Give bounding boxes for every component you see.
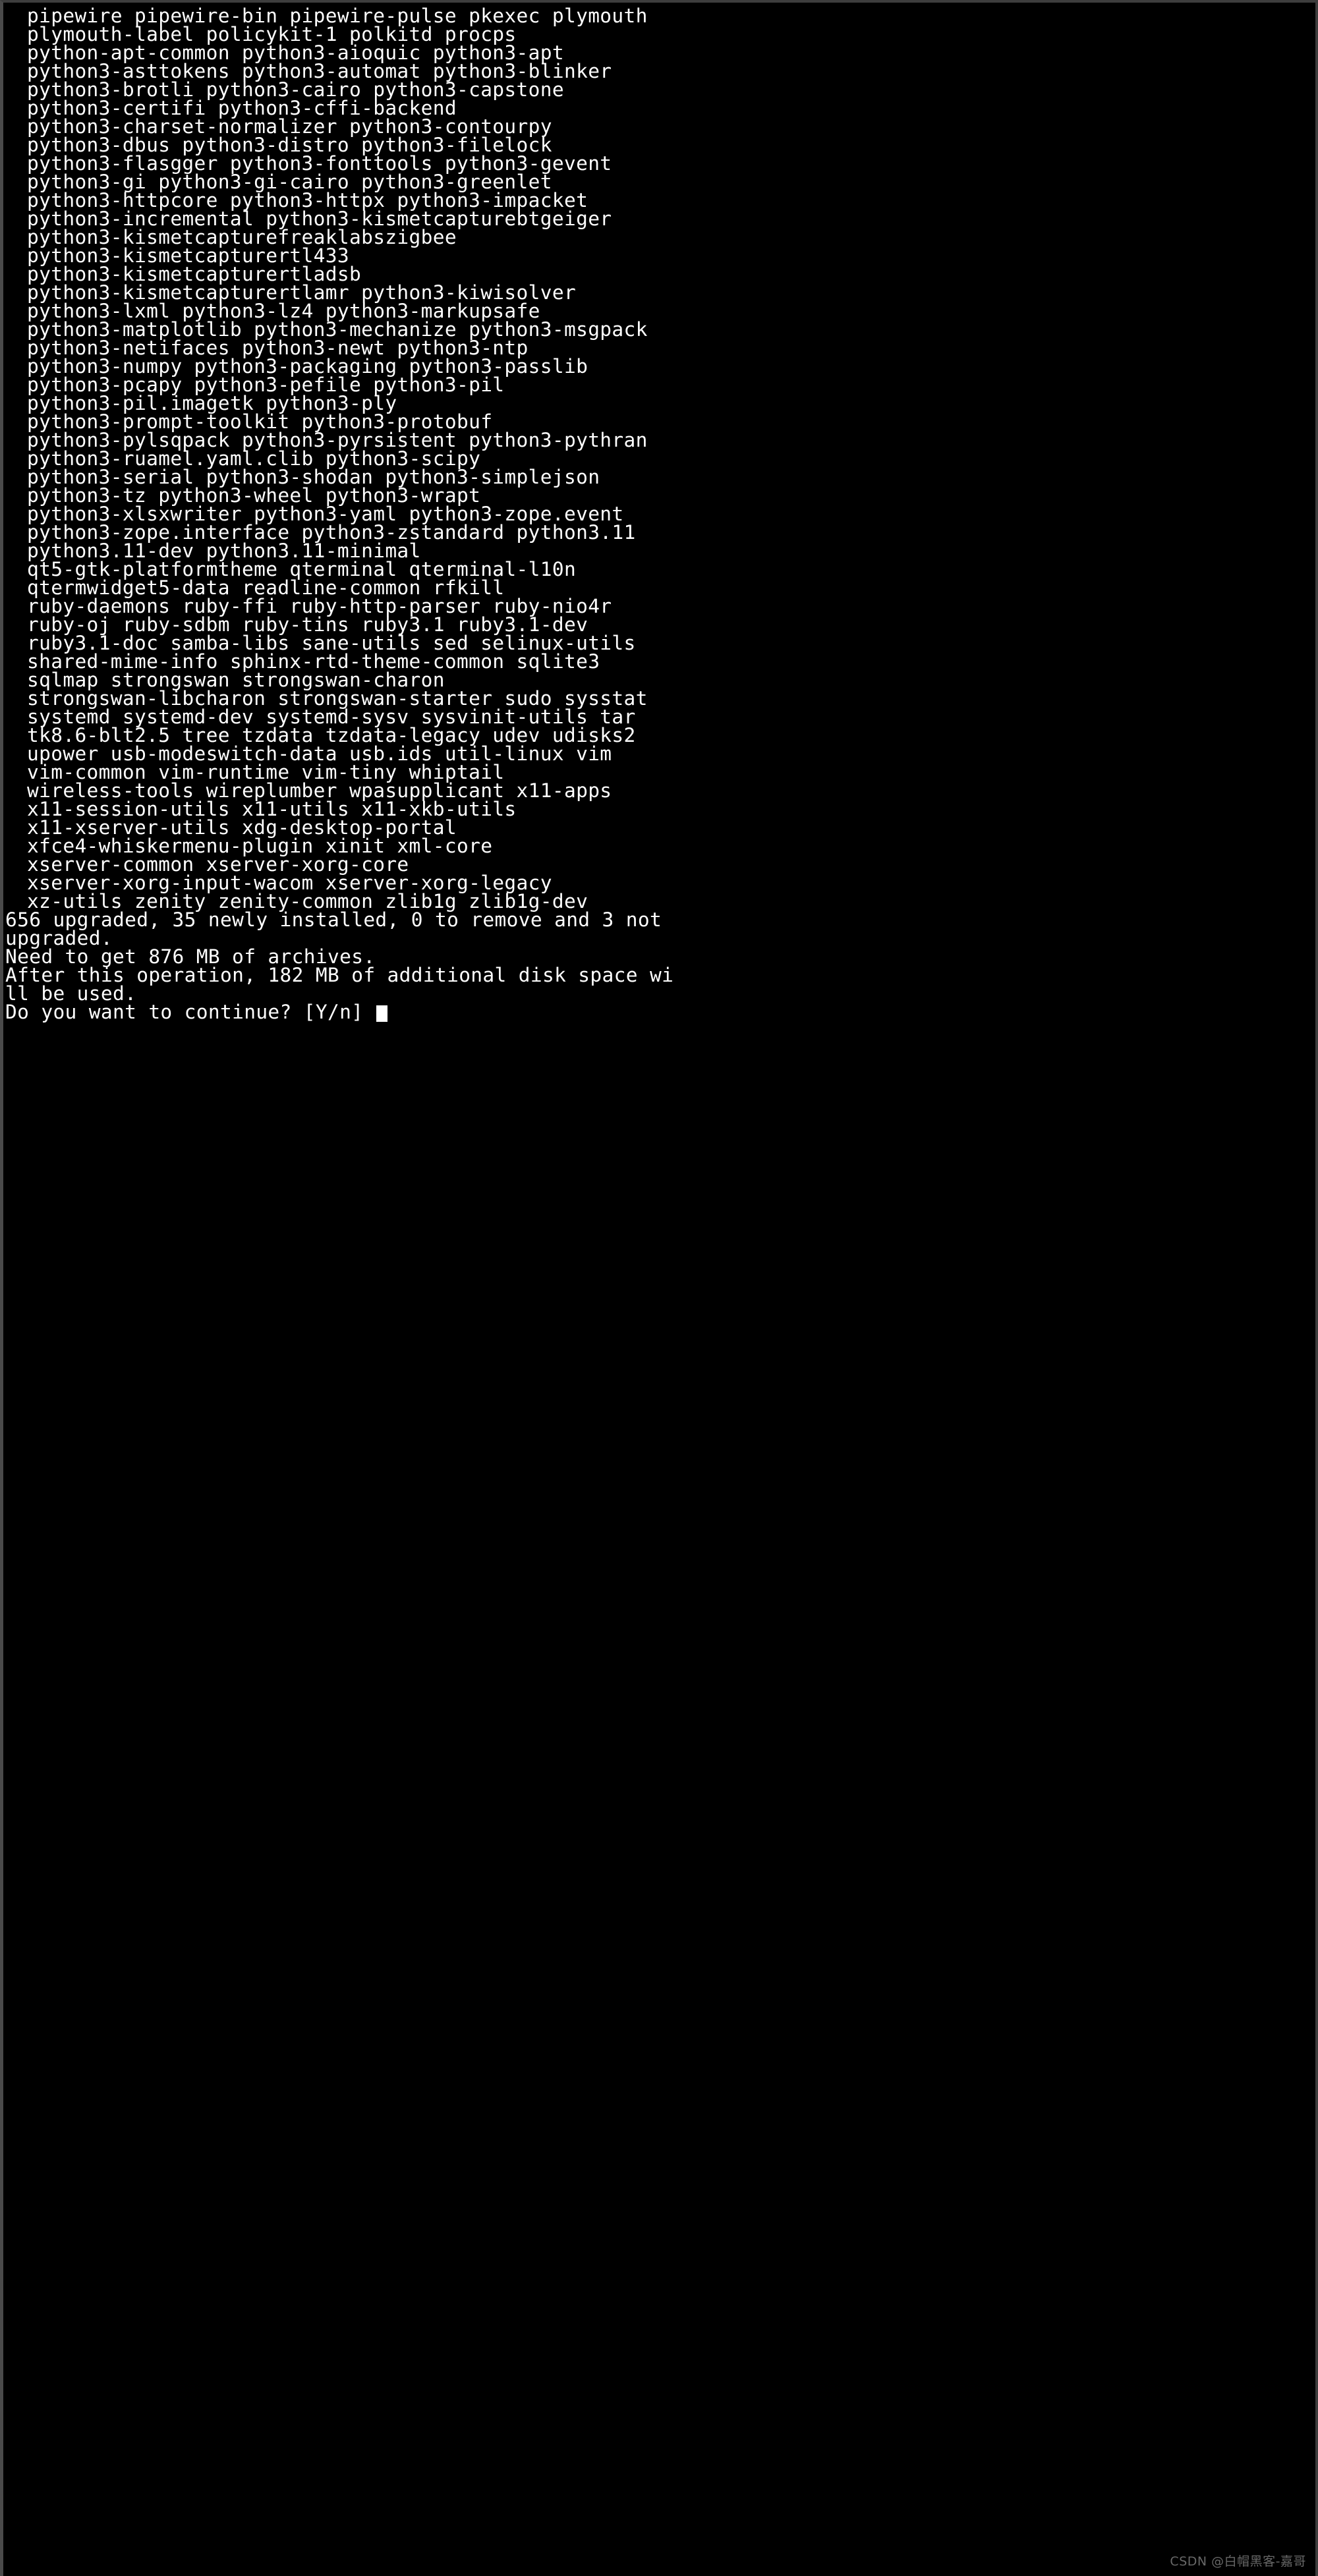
summary-archives-size-line: Need to get 876 MB of archives.	[5, 945, 376, 968]
summary-disk-space-continuation: ll be used.	[5, 982, 137, 1005]
summary-upgrade-counts-line: 656 upgraded, 35 newly installed, 0 to r…	[5, 909, 662, 931]
package-list-line: python3-charset-normalizer python3-conto…	[27, 115, 552, 138]
package-list-line: python3-pil.imagetk python3-ply	[27, 392, 397, 414]
package-list-line: pipewire pipewire-bin pipewire-pulse pke…	[27, 5, 648, 27]
package-list-line: qt5-gtk-platformtheme qterminal qtermina…	[27, 558, 577, 580]
package-list-line: xfce4-whiskermenu-plugin xinit xml-core	[27, 835, 493, 857]
package-list-line: strongswan-libcharon strongswan-starter …	[27, 687, 648, 710]
package-list-line: python3-asttokens python3-automat python…	[27, 60, 612, 82]
package-list-line: python3-prompt-toolkit python3-protobuf	[27, 410, 493, 433]
package-list-line: plymouth-label policykit-1 polkitd procp…	[27, 23, 517, 45]
package-list-line: wireless-tools wireplumber wpasupplicant…	[27, 779, 612, 802]
package-list-line: python3-httpcore python3-httpx python3-i…	[27, 189, 588, 211]
package-list-line: python3-serial python3-shodan python3-si…	[27, 466, 600, 488]
package-list-line: x11-session-utils x11-utils x11-xkb-util…	[27, 798, 517, 820]
package-list-line: shared-mime-info sphinx-rtd-theme-common…	[27, 650, 600, 673]
package-list-line: ruby-oj ruby-sdbm ruby-tins ruby3.1 ruby…	[27, 613, 588, 636]
package-list-line: python3-kismetcapturertlamr python3-kiwi…	[27, 281, 577, 304]
package-list-line: python3-kismetcapturertladsb	[27, 263, 362, 285]
package-list-line: python3-kismetcapturefreaklabszigbee	[27, 226, 457, 248]
package-list-line: python3-incremental python3-kismetcaptur…	[27, 208, 612, 230]
package-list-line: xserver-xorg-input-wacom xserver-xorg-le…	[27, 872, 552, 894]
package-list-line: sqlmap strongswan strongswan-charon	[27, 669, 445, 691]
package-list-line: python3-xlsxwriter python3-yaml python3-…	[27, 503, 624, 525]
package-list-line: python3-pylsqpack python3-pyrsistent pyt…	[27, 429, 648, 451]
csdn-watermark: CSDN @白帽黑客-嘉哥	[1170, 2554, 1306, 2569]
package-list-line: xserver-common xserver-xorg-core	[27, 853, 409, 876]
apt-summary: 656 upgraded, 35 newly installed, 0 to r…	[3, 910, 1315, 1003]
package-list-line: tk8.6-blt2.5 tree tzdata tzdata-legacy u…	[27, 724, 636, 746]
package-list-line: python3.11-dev python3.11-minimal	[27, 540, 421, 562]
package-list-line: qtermwidget5-data readline-common rfkill	[27, 576, 505, 599]
package-list-line: python3-dbus python3-distro python3-file…	[27, 134, 552, 156]
package-list-line: python3-gi python3-gi-cairo python3-gree…	[27, 171, 552, 193]
continue-prompt-text: Do you want to continue? [Y/n]	[5, 1001, 376, 1023]
package-list-line: x11-xserver-utils xdg-desktop-portal	[27, 816, 457, 839]
package-list-line: python-apt-common python3-aioquic python…	[27, 42, 564, 64]
package-list-line: python3-netifaces python3-newt python3-n…	[27, 337, 529, 359]
package-list-line: python3-brotli python3-cairo python3-cap…	[27, 78, 564, 101]
package-list-line: ruby3.1-doc samba-libs sane-utils sed se…	[27, 632, 636, 654]
package-list-line: xz-utils zenity zenity-common zlib1g zli…	[27, 890, 588, 912]
package-list-line: python3-certifi python3-cffi-backend	[27, 97, 457, 119]
terminal-window: pipewire pipewire-bin pipewire-pulse pke…	[0, 0, 1318, 2576]
package-list-line: python3-matplotlib python3-mechanize pyt…	[27, 318, 648, 341]
package-list-line: python3-zope.interface python3-zstandard…	[27, 521, 636, 544]
package-list-line: ruby-daemons ruby-ffi ruby-http-parser r…	[27, 595, 612, 617]
package-list-line: systemd systemd-dev systemd-sysv sysvini…	[27, 706, 636, 728]
summary-disk-space-line: After this operation, 182 MB of addition…	[5, 964, 674, 986]
package-list-line: python3-pcapy python3-pefile python3-pil	[27, 374, 505, 396]
block-cursor	[376, 1005, 388, 1022]
package-list-line: upower usb-modeswitch-data usb.ids util-…	[27, 742, 612, 765]
package-list-line: python3-tz python3-wheel python3-wrapt	[27, 484, 481, 507]
package-list: pipewire pipewire-bin pipewire-pulse pke…	[3, 5, 1315, 912]
package-list-line: python3-ruamel.yaml.clib python3-scipy	[27, 447, 481, 470]
package-list-line: vim-common vim-runtime vim-tiny whiptail	[27, 761, 505, 783]
terminal-output-area[interactable]: pipewire pipewire-bin pipewire-pulse pke…	[3, 3, 1315, 2576]
package-list-line: python3-lxml python3-lz4 python3-markups…	[27, 300, 540, 322]
package-list-line: python3-numpy python3-packaging python3-…	[27, 355, 588, 378]
package-list-line: python3-flasgger python3-fonttools pytho…	[27, 152, 612, 175]
summary-upgrade-counts-continuation: upgraded.	[5, 927, 113, 949]
continue-prompt[interactable]: Do you want to continue? [Y/n]	[3, 1001, 1315, 1023]
package-list-line: python3-kismetcapturertl433	[27, 244, 349, 267]
